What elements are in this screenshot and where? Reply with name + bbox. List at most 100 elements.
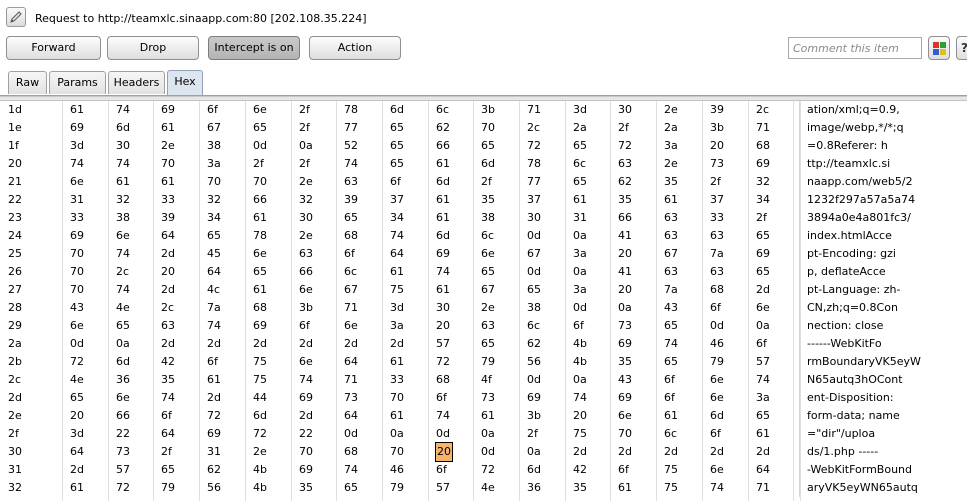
hex-byte-cell[interactable]: 61 [664,407,678,425]
hex-byte-cell[interactable]: 72 [70,353,84,371]
hex-byte-cell[interactable]: 6f [436,461,447,479]
hex-byte-cell[interactable]: 68 [756,137,770,155]
hex-row[interactable]: 2f 3d 22 64 69 72 22 0d 0a 0d 0a 2f 75 70 6c 6f 61 ="dir"… [0,425,967,443]
hex-row[interactable]: 20 74 74 70 3a 2f 2f 74 65 61 6d 78 6c 63 2e 73 69 ttp://… [0,155,967,173]
hex-byte-cell[interactable]: 57 [116,461,130,479]
tab-hex[interactable]: Hex [167,70,203,95]
hex-byte-cell[interactable]: 2c [116,263,129,281]
hex-byte-cell[interactable]: 2d [573,443,587,461]
hex-byte-cell[interactable]: 0a [618,299,632,317]
hex-byte-cell[interactable]: 38 [481,209,495,227]
hex-byte-cell[interactable]: 65 [253,119,267,137]
hex-byte-cell[interactable]: 73 [116,443,130,461]
hex-byte-cell[interactable]: 64 [344,353,358,371]
hex-byte-cell[interactable]: 6e [618,407,632,425]
hex-byte-cell[interactable]: 32 [116,191,130,209]
hex-byte-cell[interactable]: 22 [299,425,313,443]
hex-byte-cell[interactable]: 70 [207,173,221,191]
hex-byte-cell[interactable]: 6f [710,299,721,317]
hex-byte-cell[interactable]: 38 [207,137,221,155]
hex-byte-cell[interactable]: 2a [664,119,678,137]
hex-byte-cell[interactable]: 64 [161,227,175,245]
hex-byte-cell[interactable]: 64 [207,263,221,281]
hex-byte-cell[interactable]: 2d [207,335,221,353]
hex-byte-cell[interactable]: 39 [344,191,358,209]
hex-byte-cell[interactable]: 64 [390,245,404,263]
hex-byte-cell[interactable]: 6f [618,461,629,479]
hex-byte-cell[interactable]: 43 [664,299,678,317]
hex-byte-cell[interactable]: 39 [710,101,724,119]
hex-byte-cell[interactable]: 57 [436,335,450,353]
hex-byte-cell[interactable]: 3b [710,119,724,137]
intercept-toggle-button[interactable]: Intercept is on [208,36,300,60]
hex-byte-cell[interactable]: 79 [390,479,404,497]
hex-byte-cell[interactable]: 22 [116,425,130,443]
hex-byte-cell[interactable]: 6c [344,263,357,281]
hex-byte-cell[interactable]: 31 [70,191,84,209]
hex-row[interactable]: 21 6e 61 61 70 70 2e 63 6f 6d 2f 77 65 62 35 2f 32 naapp.… [0,173,967,191]
hex-byte-cell[interactable]: 31 [573,209,587,227]
hex-byte-cell[interactable]: 2d [161,335,175,353]
hex-byte-cell[interactable]: 2f [710,173,721,191]
hex-byte-cell[interactable]: 72 [618,137,632,155]
hex-byte-cell[interactable]: 6e [710,461,724,479]
hex-byte-cell[interactable]: 37 [527,191,541,209]
hex-byte-cell[interactable]: 30 [116,137,130,155]
hex-byte-cell[interactable]: 70 [481,119,495,137]
hex-byte-cell[interactable]: 0d [70,335,84,353]
hex-byte-cell[interactable]: 2f [527,425,538,443]
hex-byte-cell[interactable]: 64 [344,407,358,425]
hex-byte-cell[interactable]: 61 [390,353,404,371]
hex-row[interactable]: 23 33 38 39 34 61 30 65 34 61 38 30 31 66 63 33 2f 3894a0… [0,209,967,227]
hex-byte-cell[interactable]: 66 [299,263,313,281]
hex-byte-cell[interactable]: 6e [116,227,130,245]
hex-byte-cell[interactable]: 6c [664,425,677,443]
hex-byte-cell[interactable]: 6c [527,317,540,335]
hex-byte-cell[interactable]: 63 [664,209,678,227]
hex-byte-cell[interactable]: 35 [573,479,587,497]
hex-byte-cell[interactable]: 61 [618,479,632,497]
hex-byte-cell[interactable]: 71 [756,119,770,137]
hex-byte-cell[interactable]: 0d [573,299,587,317]
hex-byte-cell[interactable]: 61 [207,371,221,389]
hex-byte-cell[interactable]: 2d [161,245,175,263]
hex-byte-cell[interactable]: 77 [527,173,541,191]
hex-byte-cell[interactable]: 39 [161,209,175,227]
hex-byte-cell[interactable]: 65 [344,479,358,497]
hex-byte-cell[interactable]: 61 [436,281,450,299]
tab-params[interactable]: Params [49,71,106,94]
hex-byte-cell[interactable]: 74 [70,155,84,173]
hex-byte-cell[interactable]: 32 [207,191,221,209]
hex-byte-cell[interactable]: 7a [207,299,221,317]
hex-byte-cell[interactable]: 65 [390,119,404,137]
hex-byte-cell[interactable]: 4c [207,281,220,299]
hex-byte-cell[interactable]: 46 [390,461,404,479]
hex-byte-cell[interactable]: 68 [344,443,358,461]
hex-byte-cell[interactable]: 2d [299,407,313,425]
hex-byte-cell[interactable]: 4b [253,461,267,479]
hex-byte-cell[interactable]: 78 [527,155,541,173]
hex-byte-cell[interactable]: 6c [436,101,449,119]
hex-byte-cell[interactable]: 2f [299,101,310,119]
hex-byte-cell[interactable]: 2a [573,119,587,137]
hex-byte-cell[interactable]: 3a [207,155,221,173]
hex-byte-cell[interactable]: 69 [436,245,450,263]
hex-byte-cell[interactable]: 52 [344,137,358,155]
hex-byte-cell[interactable]: 6d [436,227,450,245]
hex-byte-cell[interactable]: 79 [710,353,724,371]
hex-byte-cell[interactable]: 65 [70,389,84,407]
hex-byte-cell[interactable]: 75 [664,479,678,497]
hex-byte-cell[interactable]: 61 [116,173,130,191]
hex-byte-cell[interactable]: 61 [70,101,84,119]
hex-byte-cell[interactable]: 2f [299,155,310,173]
hex-byte-cell[interactable]: 69 [253,317,267,335]
hex-byte-cell[interactable]: 57 [436,479,450,497]
hex-byte-cell[interactable]: 33 [161,191,175,209]
hex-byte-cell[interactable]: 2d [161,281,175,299]
hex-byte-cell[interactable]: 43 [70,299,84,317]
drop-button[interactable]: Drop [107,36,199,60]
hex-byte-cell[interactable]: 70 [390,443,404,461]
hex-byte-cell[interactable]: 65 [573,137,587,155]
hex-byte-cell[interactable]: 6d [253,407,267,425]
hex-byte-cell[interactable]: 64 [161,425,175,443]
